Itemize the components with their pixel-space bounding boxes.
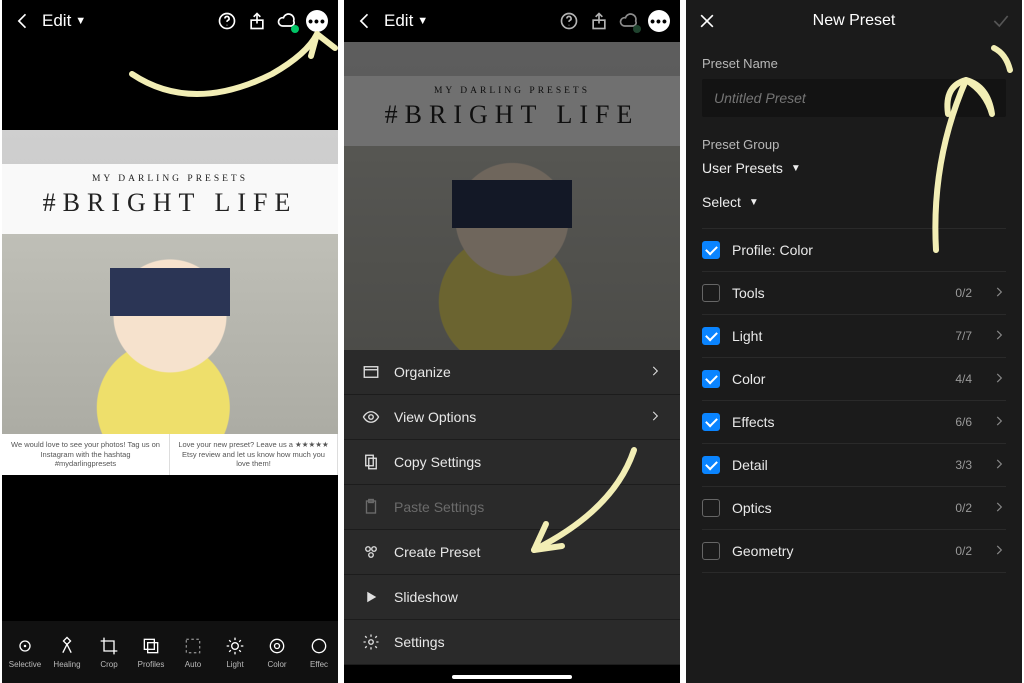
tool-light[interactable]: Light (214, 636, 256, 669)
option-count: 0/2 (955, 544, 972, 558)
preset-option-geometry[interactable]: Geometry 0/2 (702, 530, 1006, 573)
preset-group-label: Preset Group (702, 137, 1006, 152)
preset-option-tools[interactable]: Tools 0/2 (702, 272, 1006, 315)
topbar: New Preset (686, 0, 1022, 42)
edit-toolbar: Selective Healing Crop Profiles Auto Lig… (2, 621, 338, 683)
preset-option-light[interactable]: Light 7/7 (702, 315, 1006, 358)
back-icon[interactable] (354, 10, 376, 32)
menu-copy-settings[interactable]: Copy Settings (344, 440, 680, 485)
checkbox[interactable] (702, 327, 720, 345)
chevron-right-icon (648, 409, 662, 426)
option-count: 0/2 (955, 501, 972, 515)
checkbox[interactable] (702, 456, 720, 474)
back-icon[interactable] (12, 10, 34, 32)
tool-crop[interactable]: Crop (88, 636, 130, 669)
preset-option-color[interactable]: Color 4/4 (702, 358, 1006, 401)
menu-settings[interactable]: Settings (344, 620, 680, 665)
preset-option-effects[interactable]: Effects 6/6 (702, 401, 1006, 444)
chevron-right-icon (992, 285, 1006, 302)
screen-new-preset: New Preset Preset Name Preset Group User… (686, 0, 1022, 683)
preset-group-dropdown[interactable]: User Presets▼ (702, 160, 1006, 176)
option-label: Profile: Color (732, 242, 1006, 258)
edit-label: Edit (42, 11, 71, 31)
photo-preview-dimmed: MY DARLING PRESETS #BRIGHT LIFE (344, 42, 680, 362)
tool-profiles[interactable]: Profiles (130, 636, 172, 669)
photo-footer: We would love to see your photos! Tag us… (2, 434, 338, 475)
option-label: Detail (732, 457, 943, 473)
checkbox[interactable] (702, 499, 720, 517)
menu-create-preset[interactable]: Create Preset (344, 530, 680, 575)
tool-auto[interactable]: Auto (172, 636, 214, 669)
banner-subtitle: MY DARLING PRESETS (2, 174, 338, 184)
chevron-right-icon (992, 414, 1006, 431)
help-icon[interactable] (558, 10, 580, 32)
chevron-right-icon (992, 543, 1006, 560)
chevron-right-icon (992, 328, 1006, 345)
checkbox[interactable] (702, 542, 720, 560)
checkbox[interactable] (702, 370, 720, 388)
share-icon[interactable] (588, 10, 610, 32)
page-title: New Preset (726, 12, 982, 30)
more-menu-sheet: Organize View Options Copy Settings Past… (344, 350, 680, 665)
banner-title: #BRIGHT LIFE (2, 188, 338, 218)
option-count: 3/3 (955, 458, 972, 472)
checkbox[interactable] (702, 241, 720, 259)
preset-option-detail[interactable]: Detail 3/3 (702, 444, 1006, 487)
tool-healing[interactable]: Healing (46, 636, 88, 669)
help-icon[interactable] (216, 10, 238, 32)
chevron-right-icon (648, 364, 662, 381)
option-label: Geometry (732, 543, 943, 559)
cloud-sync-icon[interactable] (276, 10, 298, 32)
preset-banner: MY DARLING PRESETS #BRIGHT LIFE (2, 164, 338, 234)
preset-option-profile-color[interactable]: Profile: Color (702, 228, 1006, 272)
option-count: 6/6 (955, 415, 972, 429)
menu-paste-settings: Paste Settings (344, 485, 680, 530)
confirm-check-icon[interactable] (990, 10, 1012, 32)
home-indicator[interactable] (452, 675, 572, 679)
option-label: Effects (732, 414, 943, 430)
close-icon[interactable] (696, 10, 718, 32)
chevron-right-icon (992, 457, 1006, 474)
option-count: 7/7 (955, 329, 972, 343)
cloud-sync-icon[interactable] (618, 10, 640, 32)
preset-name-label: Preset Name (702, 56, 1006, 71)
option-count: 4/4 (955, 372, 972, 386)
more-menu-button[interactable]: ••• (306, 10, 328, 32)
chevron-right-icon (992, 500, 1006, 517)
checkbox[interactable] (702, 413, 720, 431)
caret-down-icon: ▼ (75, 15, 86, 27)
tool-selective[interactable]: Selective (4, 636, 46, 669)
tool-color[interactable]: Color (256, 636, 298, 669)
chevron-right-icon (992, 371, 1006, 388)
caret-down-icon: ▼ (791, 163, 801, 174)
caret-down-icon: ▼ (749, 197, 759, 208)
topbar: Edit ▼ ••• (2, 0, 338, 42)
share-icon[interactable] (246, 10, 268, 32)
footer-left: We would love to see your photos! Tag us… (2, 434, 170, 475)
edit-mode-dropdown[interactable]: Edit▼ (384, 11, 428, 31)
select-dropdown[interactable]: Select▼ (702, 194, 1006, 210)
edit-mode-dropdown[interactable]: Edit ▼ (42, 11, 86, 31)
preset-options-list: Profile: Color Tools 0/2 Light 7/7 Color 4/4 Ef… (702, 228, 1006, 573)
option-label: Color (732, 371, 943, 387)
option-label: Light (732, 328, 943, 344)
screen-more-menu: Edit▼ ••• MY DARLING PRESETS #BRIGHT LIF… (344, 0, 680, 683)
tool-effects[interactable]: Effec (298, 636, 338, 669)
screen-edit: Edit ▼ ••• MY DARLING PRESETS #BRIGHT LI… (2, 0, 338, 683)
menu-organize[interactable]: Organize (344, 350, 680, 395)
menu-view-options[interactable]: View Options (344, 395, 680, 440)
menu-slideshow[interactable]: Slideshow (344, 575, 680, 620)
preset-option-optics[interactable]: Optics 0/2 (702, 487, 1006, 530)
photo-preview[interactable]: MY DARLING PRESETS #BRIGHT LIFE We would… (2, 130, 338, 475)
topbar: Edit▼ ••• (344, 0, 680, 42)
more-menu-button[interactable]: ••• (648, 10, 670, 32)
checkbox[interactable] (702, 284, 720, 302)
footer-right: Love your new preset? Leave us a ★★★★★ E… (170, 434, 338, 475)
preset-name-input[interactable] (702, 79, 1006, 117)
option-count: 0/2 (955, 286, 972, 300)
option-label: Tools (732, 285, 943, 301)
option-label: Optics (732, 500, 943, 516)
